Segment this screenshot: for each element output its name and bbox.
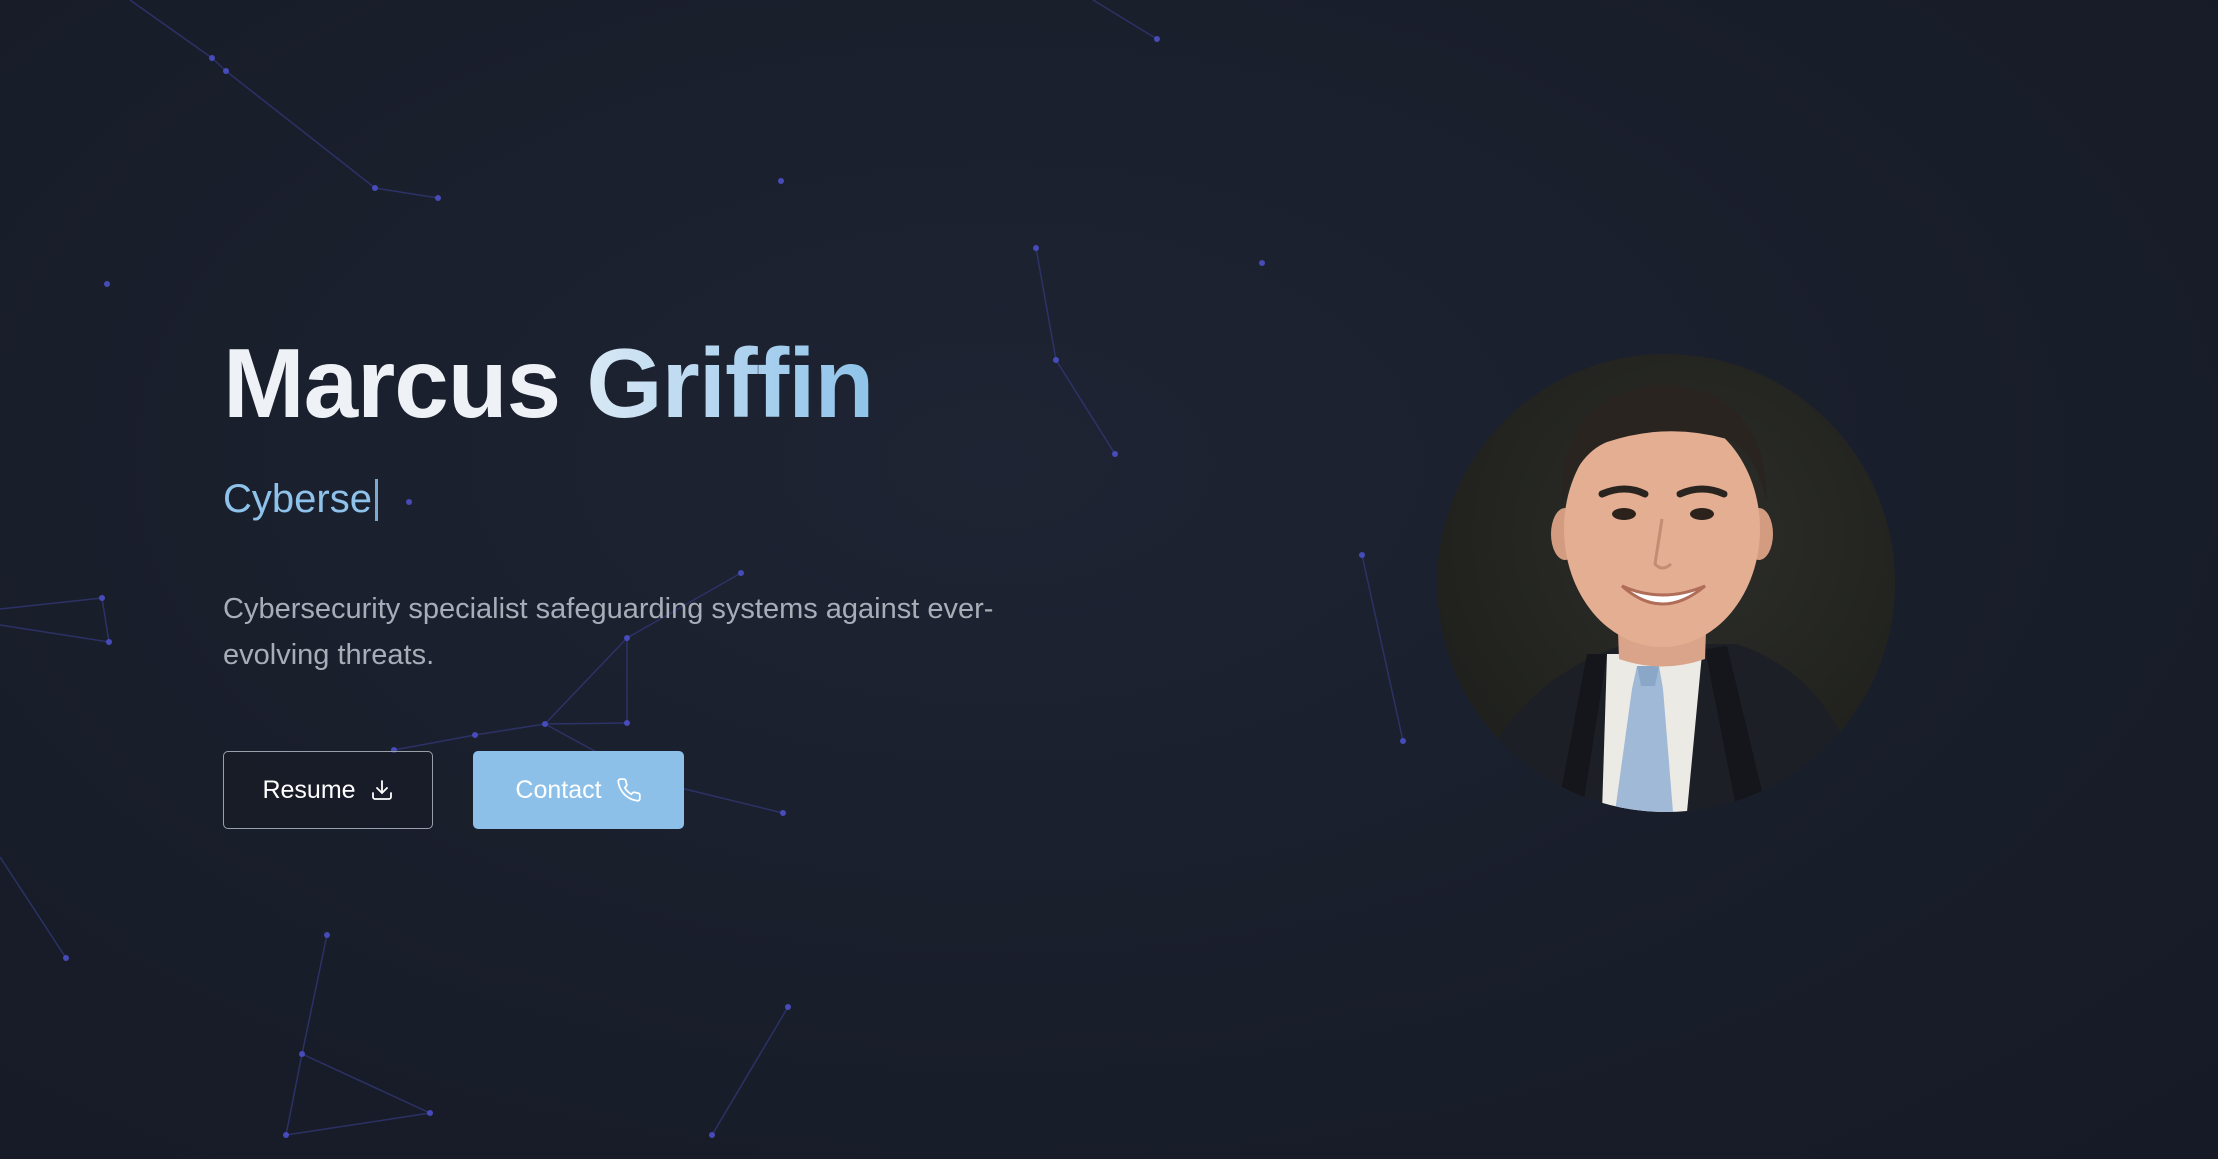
- hero-buttons: Resume Contact: [223, 751, 684, 829]
- resume-button[interactable]: Resume: [223, 751, 433, 829]
- hero-name: Marcus Griffin: [223, 328, 1123, 438]
- typing-caret: [374, 478, 378, 521]
- contact-button-label: Contact: [515, 775, 602, 804]
- name-last: Griffin: [586, 328, 874, 438]
- typed-role: Cyberse: [223, 474, 1123, 526]
- contact-button[interactable]: Contact: [473, 751, 684, 829]
- typed-role-text: Cyberse: [223, 477, 372, 522]
- hero-bio: Cybersecurity specialist safeguarding sy…: [223, 592, 994, 671]
- phone-icon: [616, 778, 641, 802]
- profile-portrait: [1477, 384, 1857, 812]
- profile-photo: [1437, 354, 1895, 812]
- hero-section: Marcus Griffin Cyberse Cybersecurity spe…: [223, 328, 1123, 829]
- name-first: Marcus: [223, 328, 561, 438]
- resume-button-label: Resume: [262, 775, 356, 804]
- download-icon: [371, 780, 392, 800]
